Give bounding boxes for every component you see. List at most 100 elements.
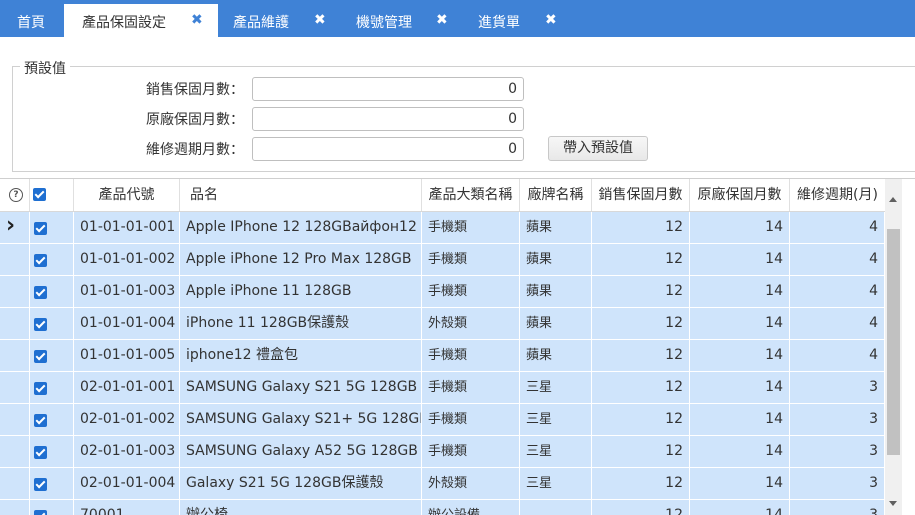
sales-warranty-cell[interactable]: 12 [592,212,690,244]
category-cell[interactable]: 外殼類 [422,468,520,500]
brand-cell[interactable]: 三星 [520,436,592,468]
category-cell[interactable]: 手機類 [422,276,520,308]
scroll-up-icon[interactable] [889,197,897,202]
tab-home[interactable]: 首頁 [0,4,64,37]
table-row[interactable]: 02-01-01-004 Galaxy S21 5G 128GB保護殼 外殼類 三星 1… [0,468,885,500]
maintenance-cycle-cell[interactable]: 3 [790,436,885,468]
factory-warranty-cell[interactable]: 14 [690,404,790,436]
product-name-cell[interactable]: 辦公椅 [180,500,422,515]
row-checkbox[interactable] [34,222,47,235]
maintenance-cycle-cell[interactable]: 4 [790,244,885,276]
row-checkbox[interactable] [34,382,47,395]
table-row[interactable]: 70001辦公椅辦公設備 12143 [0,500,885,515]
factory-warranty-cell[interactable]: 14 [690,500,790,515]
maintenance-cycle-input[interactable]: 0 [252,137,524,161]
row-checkbox[interactable] [34,318,47,331]
factory-warranty-cell[interactable]: 14 [690,372,790,404]
category-cell[interactable]: 手機類 [422,404,520,436]
close-icon[interactable]: ✖ [314,12,326,28]
maintenance-cycle-cell[interactable]: 3 [790,500,885,515]
row-checkbox[interactable] [34,478,47,491]
column-header-name[interactable]: 品名 [180,179,422,211]
maintenance-cycle-cell[interactable]: 3 [790,372,885,404]
category-cell[interactable]: 手機類 [422,372,520,404]
factory-warranty-cell[interactable]: 14 [690,340,790,372]
vertical-scrollbar[interactable] [885,179,902,515]
factory-warranty-cell[interactable]: 14 [690,276,790,308]
brand-cell[interactable]: 三星 [520,468,592,500]
brand-cell[interactable]: 蘋果 [520,212,592,244]
table-row[interactable]: 02-01-01-002 SAMSUNG Galaxy S21+ 5G 128GB… [0,404,885,436]
table-row[interactable]: 01-01-01-003 Apple iPhone 11 128GB 手機類 蘋果 12… [0,276,885,308]
product-code-cell[interactable]: 70001 [74,500,180,515]
maintenance-cycle-cell[interactable]: 4 [790,308,885,340]
table-row[interactable]: 01-01-01-002 Apple iPhone 12 Pro Max 128G… [0,244,885,276]
product-code-cell[interactable]: 02-01-01-002 [74,404,180,436]
table-row[interactable]: 02-01-01-003 SAMSUNG Galaxy A52 5G 128GB 手… [0,436,885,468]
help-icon[interactable]: ? [9,188,23,202]
brand-cell[interactable]: 三星 [520,404,592,436]
column-header-category[interactable]: 產品大類名稱 [422,179,520,211]
sales-warranty-cell[interactable]: 12 [592,404,690,436]
category-cell[interactable]: 手機類 [422,340,520,372]
product-name-cell[interactable]: Apple IPhone 12 128GBайфон12 [180,212,422,244]
maintenance-cycle-cell[interactable]: 3 [790,404,885,436]
product-name-cell[interactable]: Apple iPhone 12 Pro Max 128GB [180,244,422,276]
table-row[interactable]: 01-01-01-005 iphone12 禮盒包 手機類 蘋果 12 14 4 [0,340,885,372]
sales-warranty-input[interactable]: 0 [252,77,524,101]
sales-warranty-cell[interactable]: 12 [592,276,690,308]
table-row[interactable]: 01-01-01-004 iPhone 11 128GB保護殼 外殼類 蘋果 12 14 4 [0,308,885,340]
sales-warranty-cell[interactable]: 12 [592,500,690,515]
product-name-cell[interactable]: SAMSUNG Galaxy S21+ 5G 128GB [180,404,422,436]
factory-warranty-cell[interactable]: 14 [690,212,790,244]
product-code-cell[interactable]: 01-01-01-004 [74,308,180,340]
product-name-cell[interactable]: Apple iPhone 11 128GB [180,276,422,308]
tab-purchase-order[interactable]: 進貨單 ✖ [462,4,572,37]
sales-warranty-cell[interactable]: 12 [592,372,690,404]
product-code-cell[interactable]: 02-01-01-004 [74,468,180,500]
table-row[interactable]: › 01-01-01-001 Apple IPhone 12 128GBайфон1… [0,212,885,244]
sales-warranty-cell[interactable]: 12 [592,340,690,372]
category-cell[interactable]: 外殼類 [422,308,520,340]
category-cell[interactable]: 手機類 [422,244,520,276]
scroll-down-icon[interactable] [889,501,897,506]
close-icon[interactable]: ✖ [545,12,557,28]
category-cell[interactable]: 手機類 [422,436,520,468]
column-header-brand[interactable]: 廠牌名稱 [520,179,592,211]
maintenance-cycle-cell[interactable]: 3 [790,468,885,500]
product-code-cell[interactable]: 02-01-01-003 [74,436,180,468]
brand-cell[interactable]: 蘋果 [520,340,592,372]
product-code-cell[interactable]: 02-01-01-001 [74,372,180,404]
apply-defaults-button[interactable]: 帶入預設值 [548,136,648,161]
tab-serial-management[interactable]: 機號管理 ✖ [340,4,462,37]
brand-cell[interactable]: 蘋果 [520,244,592,276]
maintenance-cycle-cell[interactable]: 4 [790,212,885,244]
product-name-cell[interactable]: SAMSUNG Galaxy S21 5G 128GB [180,372,422,404]
sales-warranty-cell[interactable]: 12 [592,244,690,276]
product-name-cell[interactable]: SAMSUNG Galaxy A52 5G 128GB [180,436,422,468]
column-header-code[interactable]: 產品代號 [74,179,180,211]
column-header-maintenance-cycle[interactable]: 維修週期(月) [790,179,885,211]
select-all-checkbox[interactable] [33,188,46,201]
column-header-factory-warranty[interactable]: 原廠保固月數 [690,179,790,211]
product-code-cell[interactable]: 01-01-01-005 [74,340,180,372]
category-cell[interactable]: 手機類 [422,212,520,244]
row-checkbox[interactable] [34,510,47,515]
product-code-cell[interactable]: 01-01-01-001 [74,212,180,244]
brand-cell[interactable]: 三星 [520,372,592,404]
sales-warranty-cell[interactable]: 12 [592,308,690,340]
sales-warranty-cell[interactable]: 12 [592,436,690,468]
factory-warranty-cell[interactable]: 14 [690,244,790,276]
product-name-cell[interactable]: iPhone 11 128GB保護殼 [180,308,422,340]
row-checkbox[interactable] [34,350,47,363]
maintenance-cycle-cell[interactable]: 4 [790,276,885,308]
tab-product-warranty[interactable]: 產品保固設定 ✖ [64,4,218,37]
table-row[interactable]: 02-01-01-001 SAMSUNG Galaxy S21 5G 128GB 手… [0,372,885,404]
brand-cell[interactable]: 蘋果 [520,308,592,340]
maintenance-cycle-cell[interactable]: 4 [790,340,885,372]
product-name-cell[interactable]: Galaxy S21 5G 128GB保護殼 [180,468,422,500]
scroll-thumb[interactable] [887,229,900,455]
row-checkbox[interactable] [34,286,47,299]
factory-warranty-input[interactable]: 0 [252,107,524,131]
brand-cell[interactable]: 蘋果 [520,276,592,308]
